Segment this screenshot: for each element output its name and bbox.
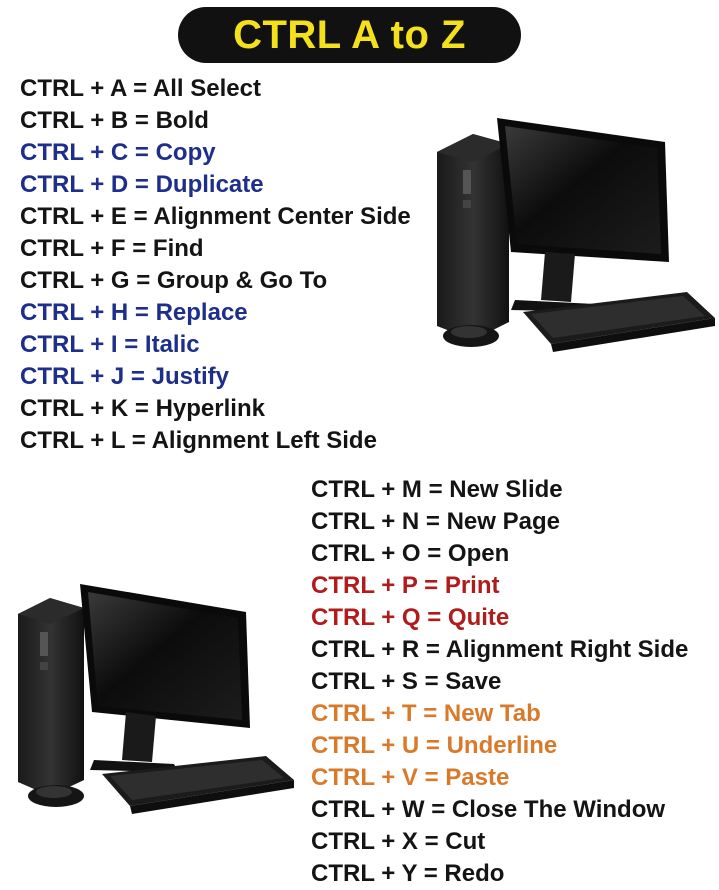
shortcut-item: CTRL + G = Group & Go To (20, 267, 328, 294)
desktop-computer-image (18, 584, 294, 814)
shortcut-item: CTRL + F = Find (20, 235, 204, 262)
desktop-computer-image (437, 118, 715, 352)
shortcut-item: CTRL + L = Alignment Left Side (20, 427, 377, 454)
shortcut-item: CTRL + H = Replace (20, 299, 248, 326)
shortcut-item: CTRL + A = All Select (20, 75, 261, 102)
shortcut-item: CTRL + O = Open (311, 540, 510, 567)
shortcut-item: CTRL + I = Italic (20, 331, 200, 358)
shortcut-item: CTRL + U = Underline (311, 732, 558, 759)
shortcut-item: CTRL + P = Print (311, 572, 500, 599)
shortcut-item: CTRL + C = Copy (20, 139, 216, 166)
shortcut-item: CTRL + W = Close The Window (311, 796, 666, 823)
page-title: CTRL A to Z (233, 12, 466, 57)
shortcut-list-a-to-l: CTRL + A = All Select CTRL + B = Bold CTRL… (20, 73, 411, 457)
shortcut-item: CTRL + E = Alignment Center Side (20, 203, 411, 230)
shortcut-item: CTRL + M = New Slide (311, 476, 563, 503)
shortcut-item: CTRL + T = New Tab (311, 700, 541, 727)
shortcut-item: CTRL + Q = Quite (311, 604, 510, 631)
shortcut-item: CTRL + N = New Page (311, 508, 560, 535)
shortcut-item: CTRL + R = Alignment Right Side (311, 636, 689, 663)
shortcut-item: CTRL + D = Duplicate (20, 171, 264, 198)
shortcut-item: CTRL + X = Cut (311, 828, 486, 855)
shortcut-item: CTRL + V = Paste (311, 764, 510, 791)
shortcut-item: CTRL + Y = Redo (311, 860, 505, 887)
title-banner: CTRL A to Z (178, 7, 521, 63)
shortcut-item: CTRL + S = Save (311, 668, 502, 695)
shortcut-item: CTRL + K = Hyperlink (20, 395, 265, 422)
shortcut-list-m-to-y: CTRL + M = New Slide CTRL + N = New Page C… (311, 474, 688, 890)
shortcut-item: CTRL + B = Bold (20, 107, 209, 134)
shortcut-item: CTRL + J = Justify (20, 363, 229, 390)
